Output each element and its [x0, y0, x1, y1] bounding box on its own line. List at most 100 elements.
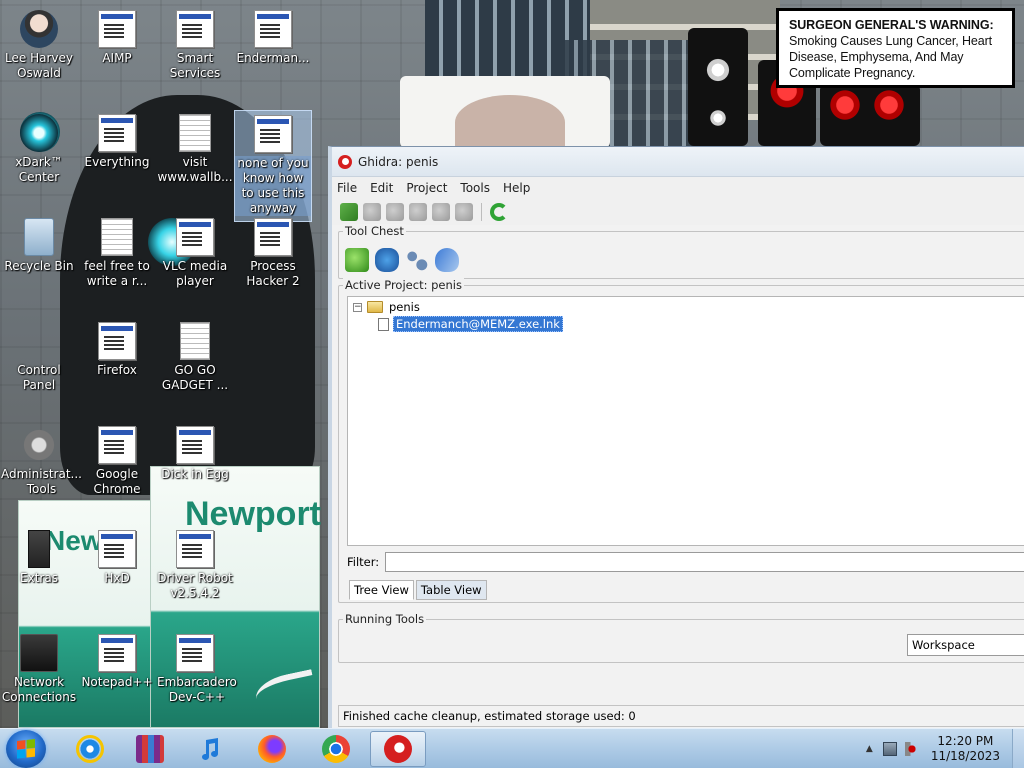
desktop-icon-none-of-you-know[interactable]: none of you know how to use this anyway	[234, 110, 312, 222]
music-note-icon	[196, 735, 224, 763]
tree-root-folder[interactable]: − penis	[353, 300, 420, 314]
menu-edit[interactable]: Edit	[370, 181, 393, 195]
executable-icon	[254, 115, 292, 153]
menu-help[interactable]: Help	[503, 181, 530, 195]
new-project-icon[interactable]	[340, 203, 358, 221]
show-desktop-button[interactable]	[1012, 729, 1024, 768]
desktop-icon-firefox[interactable]: Firefox	[78, 318, 156, 378]
executable-icon	[98, 114, 136, 152]
executable-icon	[98, 634, 136, 672]
system-tray: ▲ 12:20 PM 11/18/2023	[866, 729, 1024, 768]
menu-project[interactable]: Project	[406, 181, 447, 195]
desktop-icon-process-hacker[interactable]: Process Hacker 2	[234, 214, 312, 289]
wallpaper-head	[455, 95, 565, 150]
menu-file[interactable]: File	[337, 181, 357, 195]
desktop-icon-hxd[interactable]: HxD	[78, 526, 156, 586]
start-button[interactable]	[6, 730, 46, 768]
desktop-icon-enderman[interactable]: Enderman...	[234, 6, 312, 66]
archive-project-icon[interactable]	[432, 203, 450, 221]
desktop-icon-recycle-bin[interactable]: Recycle Bin	[0, 214, 78, 274]
monitor-icon	[20, 634, 58, 672]
document-icon	[180, 322, 210, 360]
taskbar-ghidra[interactable]	[370, 731, 426, 767]
desktop-icon-visit-wallb[interactable]: visit www.wallb...	[156, 110, 234, 185]
code-browser-dragon-icon[interactable]	[345, 248, 369, 272]
desktop-icon-aimp[interactable]: AIMP	[78, 6, 156, 66]
toolbar-separator	[481, 203, 482, 221]
taskbar-winrar[interactable]	[122, 731, 178, 767]
folder-icon	[28, 530, 50, 568]
desktop-icon-control-panel[interactable]: Control Panel	[0, 318, 78, 393]
filter-input[interactable]	[385, 552, 1024, 572]
taskbar: ▲ 12:20 PM 11/18/2023	[0, 728, 1024, 768]
executable-icon	[254, 10, 292, 48]
surgeon-general-warning: SURGEON GENERAL'S WARNING: Smoking Cause…	[776, 8, 1015, 88]
speaker-muted-icon[interactable]	[904, 742, 919, 756]
file-icon	[378, 317, 389, 331]
winrar-icon	[136, 735, 164, 763]
desktop-icon-smart-services[interactable]: Smart Services	[156, 6, 234, 81]
version-tracking-gears-icon[interactable]	[405, 248, 429, 272]
executable-icon	[176, 530, 214, 568]
active-project-label: Active Project: penis	[343, 278, 464, 292]
clock-time: 12:20 PM	[937, 734, 994, 748]
status-bar: Finished cache cleanup, estimated storag…	[338, 705, 1024, 727]
desktop-icon-lee-harvey-oswald[interactable]: Lee Harvey Oswald	[0, 6, 78, 81]
menu-tools[interactable]: Tools	[460, 181, 490, 195]
desktop-icon-extras[interactable]: Extras	[0, 526, 78, 586]
tab-table-view[interactable]: Table View	[415, 580, 487, 600]
save-project-icon[interactable]	[409, 203, 427, 221]
desktop-icon-administrative-tools[interactable]: Administrat... Tools	[0, 422, 82, 497]
show-hidden-icons-arrow[interactable]: ▲	[866, 744, 873, 754]
desktop-icon-everything[interactable]: Everything	[78, 110, 156, 170]
close-project-icon[interactable]	[386, 203, 404, 221]
open-project-icon[interactable]	[363, 203, 381, 221]
filter-label: Filter:	[347, 555, 380, 569]
collapse-icon[interactable]: −	[353, 302, 362, 312]
network-icon[interactable]	[882, 742, 897, 756]
desktop-icon-dick-in-egg[interactable]: Dick in Egg	[156, 422, 234, 482]
ghidra-window[interactable]: Ghidra: penis File Edit Project Tools He…	[328, 146, 1024, 728]
executable-icon	[98, 10, 136, 48]
tree-file-label: Endermanch@MEMZ.exe.lnk	[393, 316, 563, 332]
desktop-icon-feel-free[interactable]: feel free to write a r...	[78, 214, 156, 289]
wallpaper-speaker	[688, 28, 748, 146]
taskbar-firefox[interactable]	[244, 731, 300, 767]
firefox-icon	[258, 735, 286, 763]
window-titlebar[interactable]: Ghidra: penis	[332, 147, 1024, 177]
desktop[interactable]: Newp Newport SURGEON GENERAL'S WARNING: …	[0, 0, 1024, 728]
executable-icon	[98, 530, 136, 568]
taskbar-chrome[interactable]	[308, 731, 364, 767]
view-tabs: Tree View Table View	[349, 580, 487, 600]
running-tools-panel: Running Tools Workspace	[338, 612, 1024, 663]
emulator-footprint-icon[interactable]	[435, 248, 459, 272]
tree-file-item[interactable]: Endermanch@MEMZ.exe.lnk	[378, 316, 563, 332]
taskbar-clock[interactable]: 12:20 PM 11/18/2023	[931, 734, 1000, 764]
executable-icon	[176, 634, 214, 672]
filter-row: Filter:	[347, 550, 1024, 574]
project-tree[interactable]: − penis Endermanch@MEMZ.exe.lnk	[347, 296, 1024, 546]
ghidra-dragon-icon	[384, 735, 412, 763]
clock-date: 11/18/2023	[930, 749, 1000, 763]
xdark-icon	[20, 114, 58, 152]
taskbar-internet-explorer[interactable]	[62, 731, 118, 767]
desktop-icon-network-connections[interactable]: Network Connections	[0, 630, 78, 705]
executable-icon	[254, 218, 292, 256]
tab-tree-view[interactable]: Tree View	[349, 580, 414, 600]
debugger-bug-icon[interactable]	[375, 248, 399, 272]
desktop-icon-notepad-plus-plus[interactable]: Notepad++	[78, 630, 156, 690]
link-icon[interactable]	[455, 203, 473, 221]
desktop-icon-google-chrome[interactable]: Google Chrome	[78, 422, 156, 497]
desktop-icon-driver-robot[interactable]: Driver Robot v2.5.4.2	[156, 526, 234, 601]
workspace-select[interactable]: Workspace	[907, 634, 1024, 656]
desktop-icon-embarcadero[interactable]: Embarcadero Dev-C++	[156, 630, 237, 705]
desktop-icon-go-go-gadget[interactable]: GO GO GADGET ...	[156, 318, 234, 393]
desktop-icon-xdark-center[interactable]: xDark™ Center	[0, 110, 78, 185]
taskbar-itunes[interactable]	[182, 731, 238, 767]
chrome-icon	[322, 735, 350, 763]
toolbar	[332, 199, 1024, 225]
desktop-icon-vlc[interactable]: VLC media player	[156, 214, 234, 289]
person-icon	[20, 10, 58, 48]
refresh-icon[interactable]	[490, 203, 508, 221]
document-icon	[101, 218, 133, 256]
